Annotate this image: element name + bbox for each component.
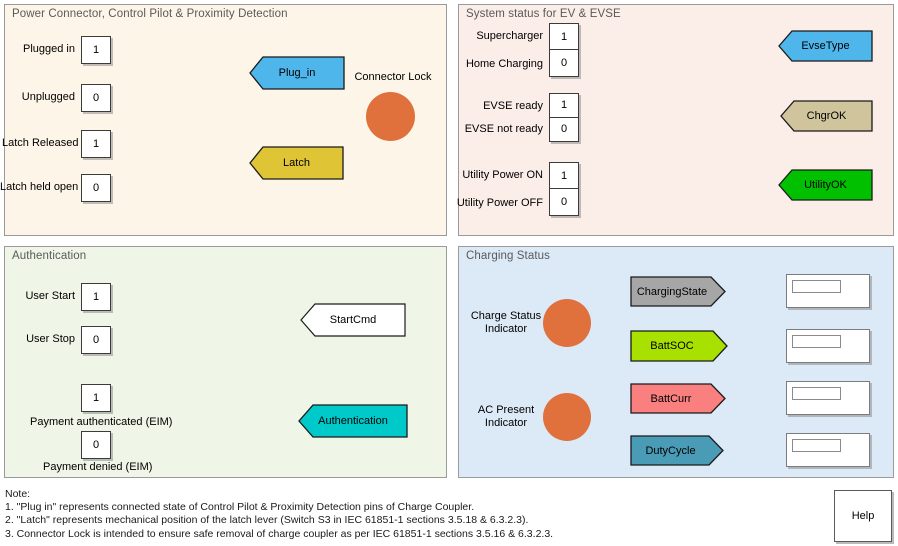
notes-line-1: 1. "Plug in" represents connected state … [5,501,475,514]
label-connector-lock: Connector Lock [354,71,432,83]
label-payment-denied: Payment denied (EIM) [43,461,153,473]
panel-system-title: System status for EV & EVSE [466,8,621,20]
display-batt-soc[interactable] [786,329,870,363]
value-home-charging[interactable]: 0 [550,50,578,76]
signal-charging-state[interactable]: ChargingState [630,276,726,307]
value-user-start[interactable]: 1 [81,283,111,311]
signal-latch[interactable]: Latch [249,146,344,180]
signal-duty-cycle[interactable]: DutyCycle [630,435,724,466]
label-supercharger: Supercharger [476,30,543,42]
signal-evse-type[interactable]: EvseType [778,30,873,62]
indicator-charge-status [543,299,591,347]
value-supercharger[interactable]: 1 [550,24,578,50]
display-duty-cycle[interactable] [786,433,870,467]
label-charge-status-indicator-line1: Charge Status [470,310,542,322]
label-evse-ready: EVSE ready [483,100,543,112]
value-payment-authenticated[interactable]: 1 [81,384,111,412]
notes-block: Note: 1. "Plug in" represents connected … [5,488,553,541]
panel-charging-title: Charging Status [466,250,550,262]
label-payment-authenticated: Payment authenticated (EIM) [30,416,173,428]
signal-start-cmd[interactable]: StartCmd [300,303,406,337]
display-batt-curr[interactable] [786,381,870,415]
label-home-charging: Home Charging [465,58,543,70]
label-user-stop: User Stop [26,333,75,345]
signal-chgr-ok[interactable]: ChgrOK [780,100,873,132]
label-ac-present-indicator: AC Present Indicator [466,404,546,430]
diagram-canvas: Power Connector, Control Pilot & Proximi… [0,0,898,546]
label-latch-released: Latch Released [2,137,79,149]
label-ac-present-indicator-line2: Indicator [484,417,528,429]
value-user-stop[interactable]: 0 [81,326,111,354]
help-button[interactable]: Help [834,490,892,542]
value-latch-held-open[interactable]: 0 [81,174,111,202]
label-charge-status-indicator: Charge Status Indicator [466,310,546,336]
panel-power-title: Power Connector, Control Pilot & Proximi… [12,8,288,20]
value-stack-evse-type[interactable]: 1 0 [549,23,579,77]
notes-line-2: 2. "Latch" represents mechanical positio… [5,514,529,527]
panel-auth-title: Authentication [12,250,87,262]
notes-heading: Note: [5,488,31,500]
label-utility-power-off: Utility Power OFF [456,197,543,209]
signal-batt-curr[interactable]: BattCurr [630,383,726,414]
label-latch-held-open: Latch held open [0,181,79,193]
display-duty-cycle-value [792,439,842,453]
value-stack-chgr-ok[interactable]: 1 0 [549,93,579,142]
indicator-connector-lock [366,92,415,141]
label-charge-status-indicator-line2: Indicator [484,323,528,335]
value-latch-released[interactable]: 1 [81,130,111,158]
label-plugged-in: Plugged in [23,43,75,55]
help-button-label: Help [851,510,875,522]
label-unplugged: Unplugged [21,91,75,103]
display-batt-curr-value [792,387,842,401]
value-plugged-in[interactable]: 1 [81,36,111,64]
display-batt-soc-value [792,335,842,349]
label-ac-present-indicator-line1: AC Present [477,404,535,416]
panel-authentication: Authentication [4,246,447,478]
signal-authentication[interactable]: Authentication [298,404,408,438]
value-utility-power-on[interactable]: 1 [550,163,578,189]
label-utility-power-on: Utility Power ON [462,169,543,181]
label-user-start: User Start [25,290,75,302]
value-payment-denied[interactable]: 0 [81,431,111,459]
value-stack-utility-ok[interactable]: 1 0 [549,162,579,216]
value-evse-ready[interactable]: 1 [550,94,578,118]
label-evse-not-ready: EVSE not ready [464,123,543,135]
value-evse-not-ready[interactable]: 0 [550,118,578,142]
display-charging-state-value [792,280,842,294]
signal-batt-soc[interactable]: BattSOC [630,330,728,362]
notes-line-3: 3. Connector Lock is intended to ensure … [5,527,554,540]
value-unplugged[interactable]: 0 [81,84,111,112]
indicator-ac-present [543,393,591,441]
value-utility-power-off[interactable]: 0 [550,189,578,215]
display-charging-state[interactable] [786,274,870,308]
signal-utility-ok[interactable]: UtilityOK [778,169,873,201]
signal-plug-in[interactable]: Plug_in [249,56,345,90]
